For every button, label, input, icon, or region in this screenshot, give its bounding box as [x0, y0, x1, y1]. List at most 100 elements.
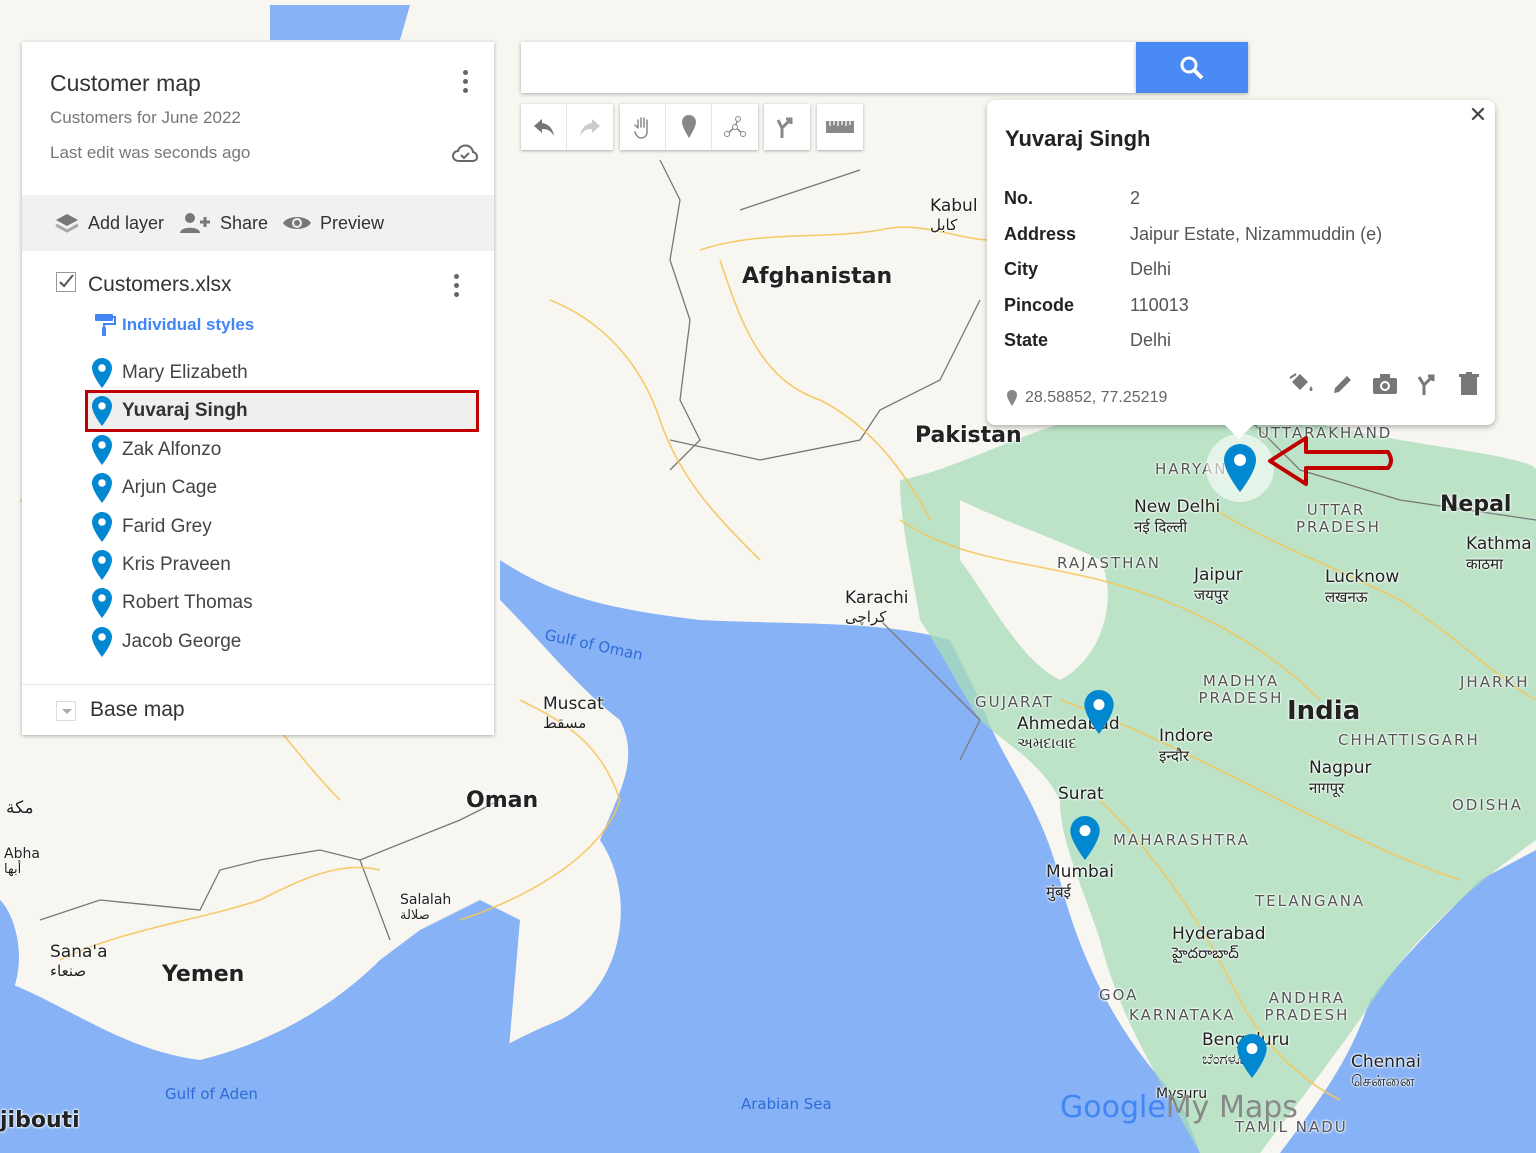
product-name: My Maps — [1165, 1090, 1298, 1125]
google-logo: Google — [1060, 1090, 1166, 1125]
feature-name: Kris Praveen — [122, 554, 231, 575]
map-label-karnataka: KARNATAKA — [1129, 1006, 1236, 1024]
field-key: State — [1004, 330, 1049, 350]
map-label-kabul: Kabul کابل — [930, 196, 978, 234]
edit-pencil-icon[interactable] — [1329, 370, 1357, 398]
map-pin-ahmedabad[interactable] — [1084, 690, 1114, 734]
base-map-label[interactable]: Base map — [90, 698, 185, 722]
map-label-chennai: Chennai சென்னை — [1351, 1052, 1421, 1090]
map-title[interactable]: Customer map — [50, 70, 201, 97]
redo-button[interactable] — [567, 104, 613, 150]
layer-name[interactable]: Customers.xlsx — [88, 273, 232, 297]
history-tools — [521, 104, 613, 150]
layer-visibility-checkbox[interactable] — [56, 272, 76, 292]
feature-name: Farid Grey — [122, 515, 212, 537]
layer-options-menu-icon[interactable] — [454, 274, 460, 297]
map-label-yemen: Yemen — [162, 962, 245, 987]
measure-tools — [817, 104, 863, 150]
add-marker-tool[interactable] — [666, 104, 712, 150]
checkmark-icon — [59, 274, 74, 288]
add-photo-camera-icon[interactable] — [1371, 370, 1399, 398]
add-person-icon — [180, 213, 210, 233]
map-label-madhya-pradesh: MADHYA PRADESH — [1198, 672, 1284, 707]
undo-button[interactable] — [521, 104, 567, 150]
field-value: 110013 — [1130, 294, 1189, 315]
feature-name: Mary Elizabeth — [122, 362, 248, 383]
feature-list-item[interactable]: Kris Praveen — [88, 547, 476, 583]
map-label-goa: GOA — [1099, 986, 1139, 1004]
search-button[interactable] — [1136, 42, 1248, 93]
search-input[interactable] — [521, 42, 1136, 93]
add-layer-label: Add layer — [88, 212, 165, 233]
map-label-arabian-sea: Arabian Sea — [741, 1095, 832, 1113]
hand-icon — [633, 117, 648, 139]
feature-info-card: Yuvaraj Singh ✕ No. 2 Address Jaipur Estate… — [987, 100, 1495, 439]
preview-button[interactable]: Preview — [282, 195, 384, 251]
map-label-pakistan: Pakistan — [915, 423, 1022, 448]
google-my-maps-watermark: GoogleMy Maps — [1060, 1090, 1298, 1125]
map-label-jharkhand: JHARKH — [1460, 673, 1530, 691]
feature-list-item[interactable]: Yuvaraj Singh — [85, 390, 479, 433]
feature-list-item[interactable]: Mary Elizabeth — [88, 355, 476, 391]
map-label-nepal: Nepal — [1440, 492, 1512, 517]
share-button[interactable]: Share — [180, 195, 268, 251]
add-layer-button[interactable]: Add layer — [54, 195, 164, 251]
add-directions-tool[interactable] — [764, 104, 810, 150]
base-map-section[interactable]: Base map — [22, 684, 494, 736]
field-key: Address — [1004, 223, 1077, 244]
feature-list-item[interactable]: Zak Alfonzo — [88, 432, 476, 468]
feature-name: Yuvaraj Singh — [122, 400, 248, 422]
feature-title: Yuvaraj Singh — [1005, 126, 1151, 151]
feature-pin-icon — [92, 396, 112, 427]
map-label-uttar-pradesh: UTTAR PRADESH — [1296, 501, 1381, 536]
feature-pin-icon — [92, 511, 112, 542]
map-pin-bengaluru[interactable] — [1237, 1034, 1267, 1078]
field-key: Pincode — [1004, 294, 1075, 315]
map-options-menu-icon[interactable] — [463, 70, 469, 93]
map-label-gujarat: GUJARAT — [975, 693, 1055, 711]
polyline-icon — [724, 116, 746, 137]
field-key: City — [1004, 259, 1039, 279]
measure-distance-tool[interactable] — [817, 104, 863, 150]
map-description[interactable]: Customers for June 2022 — [50, 108, 241, 128]
marker-icon — [681, 115, 696, 138]
feature-list-item[interactable]: Jacob George — [88, 624, 476, 660]
feature-name: Robert Thomas — [122, 592, 253, 614]
redo-icon — [580, 119, 600, 136]
ruler-icon — [826, 121, 854, 133]
feature-list-item[interactable]: Arjun Cage — [88, 470, 476, 506]
directions-icon — [776, 117, 793, 138]
draw-line-tool[interactable] — [712, 104, 758, 150]
feature-name: Jacob George — [122, 630, 242, 652]
map-label-new-delhi: New Delhi नई दिल्ली — [1134, 497, 1221, 536]
feature-pin-icon — [92, 473, 112, 504]
directions-to-here-icon[interactable] — [1413, 370, 1441, 398]
map-label-muscat: Muscat مسقط — [543, 694, 604, 732]
feature-list-item[interactable]: Farid Grey — [88, 509, 476, 545]
style-paint-bucket-icon[interactable] — [1287, 370, 1315, 398]
map-label-chhattisgarh: CHHATTISGARH — [1338, 731, 1480, 749]
delete-trash-icon[interactable] — [1455, 370, 1483, 398]
map-label-odisha: ODISHA — [1452, 796, 1523, 814]
map-label-makkah: مكة — [6, 798, 34, 818]
map-legend-panel: Customer map Customers for June 2022 Las… — [22, 42, 494, 735]
map-label-hyderabad: Hyderabad హైదరాబాద్ — [1172, 924, 1266, 962]
close-icon[interactable]: ✕ — [1467, 104, 1489, 126]
feature-name: Arjun Cage — [122, 477, 218, 499]
map-pin-yuvaraj-singh[interactable] — [1224, 444, 1256, 492]
map-label-gulf-of-aden: Gulf of Aden — [165, 1085, 258, 1103]
map-label-salalah: Salalah صلالة — [400, 892, 452, 923]
feature-pin-icon — [92, 626, 112, 657]
feature-name: Zak Alfonzo — [122, 438, 222, 460]
field-value: Delhi — [1130, 259, 1172, 279]
map-label-karachi: Karachi کراچی — [845, 588, 909, 626]
expand-arrow-icon[interactable] — [56, 701, 76, 721]
map-label-surat: Surat — [1058, 784, 1104, 804]
undo-icon — [533, 119, 554, 136]
select-hand-tool[interactable] — [620, 104, 666, 150]
map-label-oman: Oman — [466, 788, 539, 813]
feature-coordinates: 28.58852, 77.25219 — [1007, 389, 1167, 407]
map-pin-mumbai[interactable] — [1070, 816, 1100, 860]
individual-styles-link[interactable]: Individual styles — [94, 313, 254, 337]
feature-list-item[interactable]: Robert Thomas — [88, 585, 476, 621]
